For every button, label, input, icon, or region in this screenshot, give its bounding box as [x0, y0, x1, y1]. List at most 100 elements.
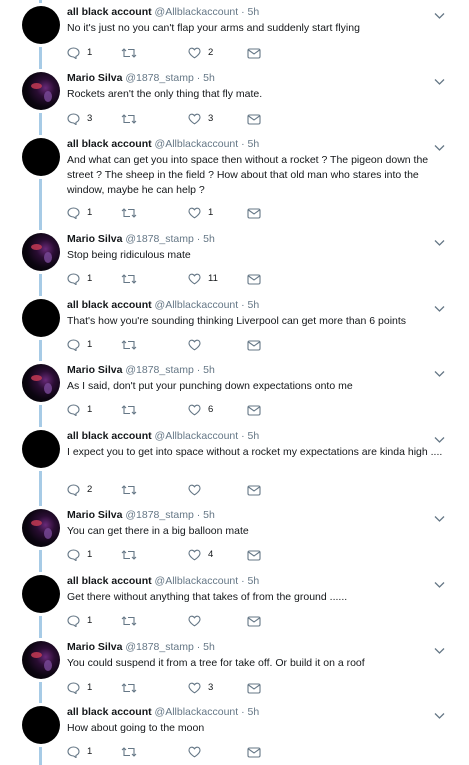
chevron-down-icon[interactable]	[434, 365, 445, 377]
display-name[interactable]: Mario Silva	[67, 364, 122, 376]
direct-message-button[interactable]	[247, 681, 261, 695]
direct-message-button[interactable]	[247, 338, 261, 352]
tweet-timestamp[interactable]: 5h	[248, 430, 260, 442]
direct-message-button[interactable]	[247, 614, 261, 628]
tweet-timestamp[interactable]: 5h	[248, 706, 260, 718]
like-button[interactable]: 4	[188, 548, 213, 562]
avatar[interactable]	[22, 430, 60, 468]
like-button[interactable]: 3	[188, 681, 213, 695]
like-button[interactable]: 11	[188, 272, 218, 286]
display-name[interactable]: Mario Silva	[67, 72, 122, 84]
retweet-button[interactable]	[121, 403, 144, 417]
direct-message-button[interactable]	[247, 46, 261, 60]
user-handle[interactable]: @1878_stamp	[125, 364, 193, 376]
tweet[interactable]: all black account @Allblackaccount · 5h H…	[0, 706, 469, 763]
display-name[interactable]: Mario Silva	[67, 509, 122, 521]
tweet-timestamp[interactable]: 5h	[248, 575, 260, 587]
user-handle[interactable]: @Allblackaccount	[155, 706, 239, 718]
display-name[interactable]: Mario Silva	[67, 641, 122, 653]
chevron-down-icon[interactable]	[434, 300, 445, 312]
user-handle[interactable]: @1878_stamp	[125, 233, 193, 245]
avatar[interactable]	[22, 138, 60, 176]
reply-button[interactable]: 1	[67, 548, 92, 562]
tweet-timestamp[interactable]: 5h	[203, 233, 215, 245]
direct-message-button[interactable]	[247, 548, 261, 562]
display-name[interactable]: Mario Silva	[67, 233, 122, 245]
avatar[interactable]	[22, 299, 60, 337]
avatar[interactable]	[22, 72, 60, 110]
retweet-button[interactable]	[121, 272, 144, 286]
reply-button[interactable]: 1	[67, 46, 92, 60]
reply-button[interactable]: 1	[67, 745, 92, 759]
tweet[interactable]: all black account @Allblackaccount · 5h T…	[0, 299, 469, 356]
tweet[interactable]: Mario Silva @1878_stamp · 5h You could su…	[0, 641, 469, 699]
reply-button[interactable]: 1	[67, 338, 92, 352]
tweet-timestamp[interactable]: 5h	[203, 509, 215, 521]
retweet-button[interactable]	[121, 681, 144, 695]
avatar[interactable]	[22, 233, 60, 271]
like-button[interactable]	[188, 338, 208, 352]
user-handle[interactable]: @Allblackaccount	[155, 575, 239, 587]
chevron-down-icon[interactable]	[434, 7, 445, 19]
user-handle[interactable]: @Allblackaccount	[155, 299, 239, 311]
display-name[interactable]: all black account	[67, 706, 152, 718]
display-name[interactable]: all black account	[67, 6, 152, 18]
retweet-button[interactable]	[121, 46, 144, 60]
tweet[interactable]: Mario Silva @1878_stamp · 5h You can get …	[0, 509, 469, 566]
reply-button[interactable]: 1	[67, 614, 92, 628]
like-button[interactable]: 3	[188, 112, 213, 126]
user-handle[interactable]: @Allblackaccount	[155, 6, 239, 18]
chevron-down-icon[interactable]	[434, 576, 445, 588]
direct-message-button[interactable]	[247, 483, 261, 497]
tweet[interactable]: all black account @Allblackaccount · 5h G…	[0, 575, 469, 632]
direct-message-button[interactable]	[247, 272, 261, 286]
like-button[interactable]	[188, 483, 208, 497]
display-name[interactable]: all black account	[67, 430, 152, 442]
chevron-down-icon[interactable]	[434, 73, 445, 85]
user-handle[interactable]: @1878_stamp	[125, 509, 193, 521]
avatar[interactable]	[22, 641, 60, 679]
display-name[interactable]: all black account	[67, 575, 152, 587]
chevron-down-icon[interactable]	[434, 431, 445, 443]
direct-message-button[interactable]	[247, 112, 261, 126]
chevron-down-icon[interactable]	[434, 642, 445, 654]
tweet-timestamp[interactable]: 5h	[203, 641, 215, 653]
tweet-timestamp[interactable]: 5h	[203, 72, 215, 84]
tweet[interactable]: all black account @Allblackaccount · 5h A…	[0, 138, 469, 224]
like-button[interactable]: 6	[188, 403, 213, 417]
like-button[interactable]	[188, 614, 208, 628]
tweet[interactable]: all black account @Allblackaccount · 5h N…	[0, 6, 469, 64]
tweet[interactable]: Mario Silva @1878_stamp · 5h Rockets aren…	[0, 72, 469, 130]
tweet-timestamp[interactable]: 5h	[203, 364, 215, 376]
reply-button[interactable]: 1	[67, 206, 92, 220]
retweet-button[interactable]	[121, 483, 144, 497]
avatar[interactable]	[22, 364, 60, 402]
tweet[interactable]: Mario Silva @1878_stamp · 5h As I said, d…	[0, 364, 469, 421]
like-button[interactable]	[188, 745, 208, 759]
avatar[interactable]	[22, 509, 60, 547]
direct-message-button[interactable]	[247, 403, 261, 417]
tweet[interactable]: all black account @Allblackaccount · 5h I…	[0, 430, 469, 501]
avatar[interactable]	[22, 6, 60, 44]
display-name[interactable]: all black account	[67, 138, 152, 150]
reply-button[interactable]: 3	[67, 112, 92, 126]
chevron-down-icon[interactable]	[434, 510, 445, 522]
reply-button[interactable]: 1	[67, 681, 92, 695]
user-handle[interactable]: @1878_stamp	[125, 72, 193, 84]
display-name[interactable]: all black account	[67, 299, 152, 311]
direct-message-button[interactable]	[247, 206, 261, 220]
user-handle[interactable]: @Allblackaccount	[155, 138, 239, 150]
reply-button[interactable]: 1	[67, 272, 92, 286]
direct-message-button[interactable]	[247, 745, 261, 759]
user-handle[interactable]: @Allblackaccount	[155, 430, 239, 442]
like-button[interactable]: 1	[188, 206, 213, 220]
reply-button[interactable]: 2	[67, 483, 92, 497]
retweet-button[interactable]	[121, 614, 144, 628]
chevron-down-icon[interactable]	[434, 139, 445, 151]
retweet-button[interactable]	[121, 548, 144, 562]
chevron-down-icon[interactable]	[434, 234, 445, 246]
retweet-button[interactable]	[121, 745, 144, 759]
retweet-button[interactable]	[121, 112, 144, 126]
tweet-timestamp[interactable]: 5h	[248, 6, 260, 18]
tweet[interactable]: Mario Silva @1878_stamp · 5h Stop being r…	[0, 233, 469, 290]
